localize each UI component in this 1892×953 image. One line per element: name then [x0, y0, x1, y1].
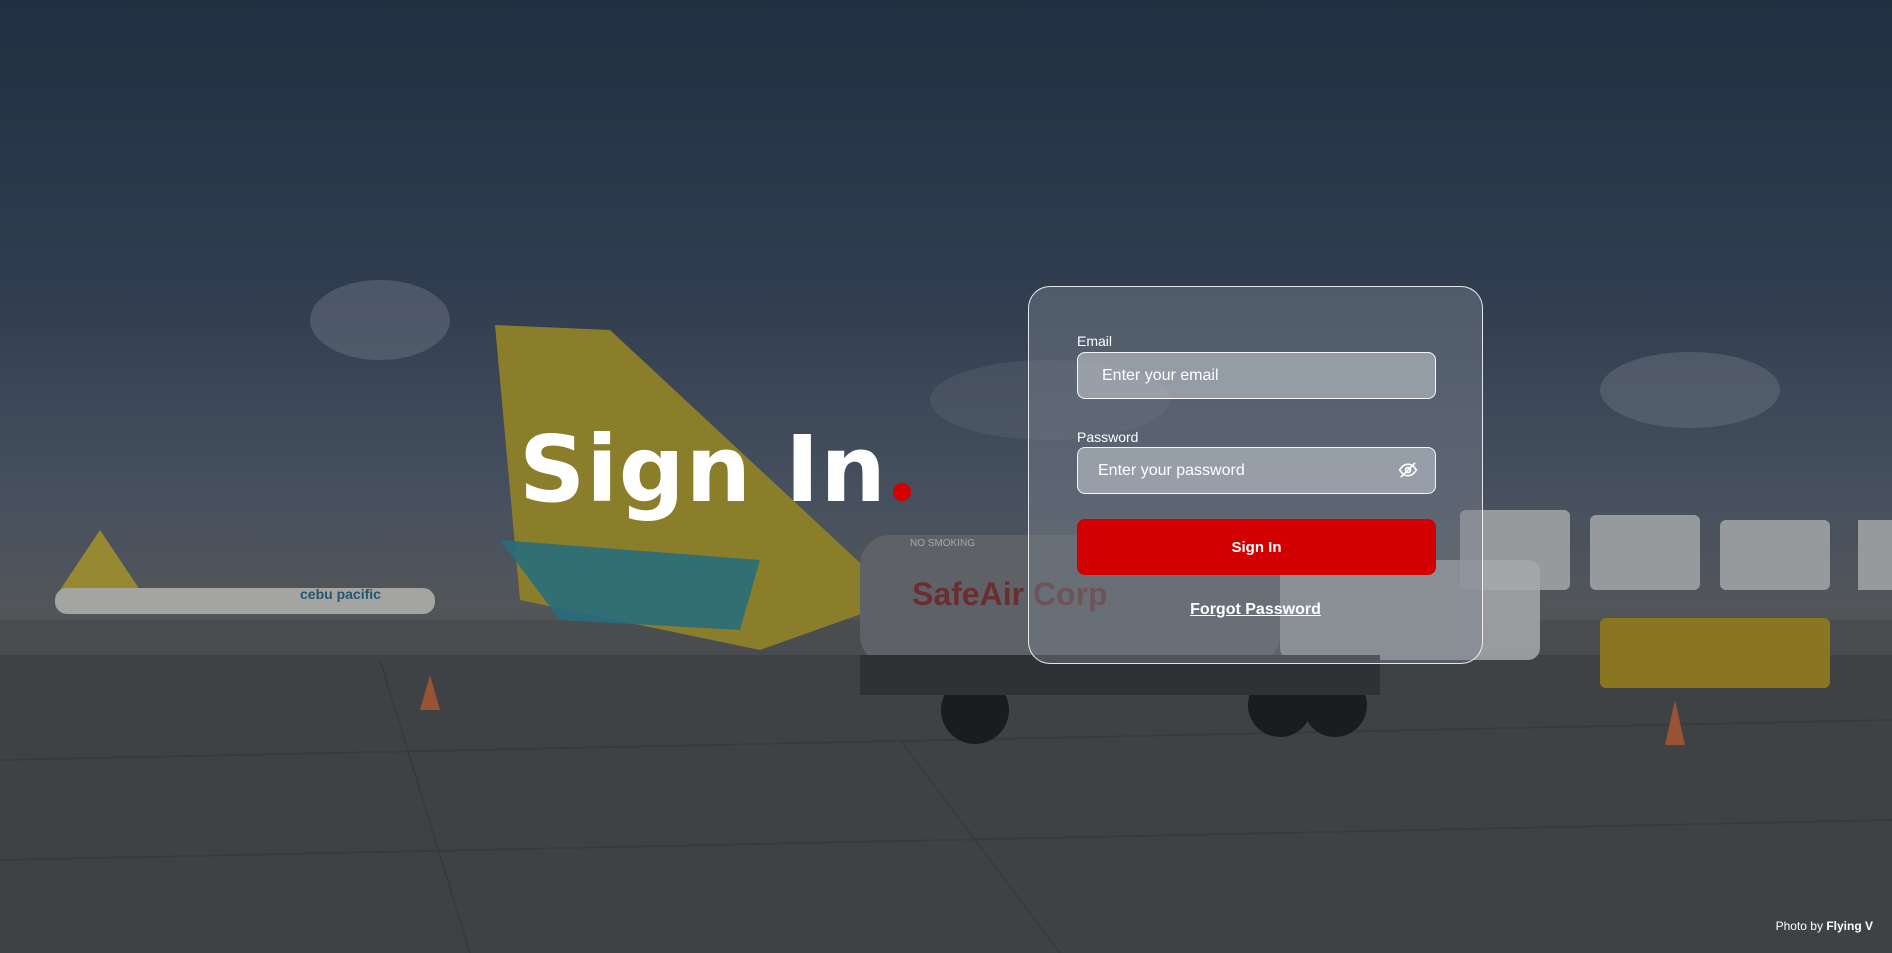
- photo-credit-author[interactable]: Flying V: [1826, 919, 1873, 933]
- password-input[interactable]: [1077, 447, 1436, 494]
- page-title-text: Sign In: [519, 416, 887, 523]
- password-label: Password: [1077, 429, 1139, 445]
- eye-off-icon[interactable]: [1398, 460, 1418, 480]
- photo-credit: Photo by Flying V: [1776, 919, 1873, 933]
- background-photo: SafeAir Corp NO SMOKING cebu pacific: [0, 0, 1892, 953]
- forgot-password-link[interactable]: Forgot Password: [1029, 601, 1482, 619]
- photo-credit-prefix: Photo by: [1775, 919, 1823, 933]
- background-overlay: [0, 0, 1892, 953]
- title-accent-dot: [892, 483, 911, 501]
- email-input[interactable]: [1077, 352, 1436, 399]
- email-label: Email: [1077, 333, 1113, 349]
- sign-in-form: Email Password Sign In Forgot Password: [1028, 286, 1483, 664]
- page-title: Sign In: [519, 424, 911, 516]
- sign-in-button[interactable]: Sign In: [1077, 519, 1436, 575]
- password-field: [1029, 447, 1482, 494]
